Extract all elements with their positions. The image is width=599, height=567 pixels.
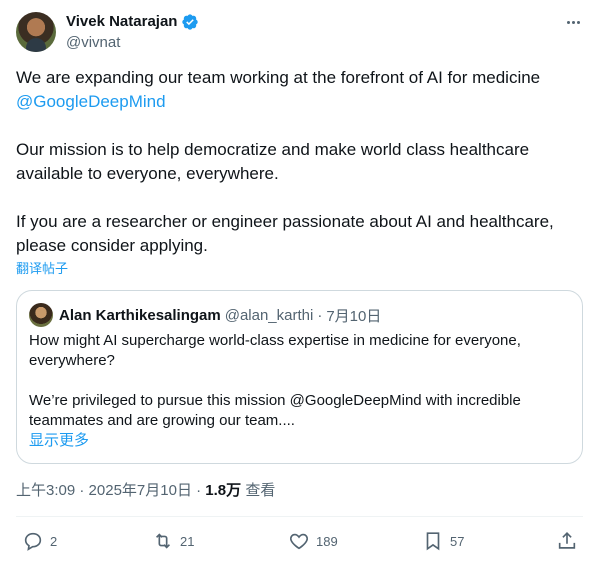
quoted-author-avatar — [29, 303, 53, 327]
reply-button[interactable]: 2 — [22, 530, 57, 552]
reply-icon — [24, 532, 42, 551]
separator-dot: · — [317, 306, 323, 324]
meta-separator: · — [191, 482, 206, 499]
like-button[interactable]: 189 — [288, 530, 338, 552]
action-bar: 2 21 189 57 — [16, 530, 583, 556]
tweet-meta: 上午3:09 · 2025年7月10日 · 1.8万 查看 — [16, 481, 275, 501]
reply-count: 2 — [50, 533, 58, 549]
tweet-time[interactable]: 上午3:09 — [16, 482, 75, 499]
author-name[interactable]: Vivek Natarajan — [66, 12, 177, 32]
quoted-author-name: Alan Karthikesalingam — [59, 306, 221, 324]
like-count: 189 — [316, 533, 338, 549]
quoted-tweet-date: 7月10日 — [326, 307, 382, 325]
meta-separator: · — [75, 482, 89, 499]
tweet-line1: We are expanding our team working at the… — [16, 68, 541, 87]
author-name-row: Vivek Natarajan — [66, 12, 199, 32]
views-label: 查看 — [241, 482, 276, 499]
quoted-tweet-header: Alan Karthikesalingam @alan_karthi · 7月1… — [29, 303, 381, 327]
tweet-paragraph-3: If you are a researcher or engineer pass… — [16, 212, 554, 255]
author-handle[interactable]: @vivnat — [66, 33, 120, 53]
share-button[interactable] — [556, 530, 578, 552]
like-icon — [290, 533, 308, 550]
tweet-date[interactable]: 2025年7月10日 — [89, 482, 192, 499]
share-icon — [558, 532, 576, 549]
more-icon[interactable] — [563, 12, 583, 32]
quoted-tweet[interactable]: Alan Karthikesalingam @alan_karthi · 7月1… — [16, 290, 583, 464]
view-count: 1.8万 — [205, 482, 242, 499]
translate-post-link[interactable]: 翻译帖子 — [16, 261, 68, 277]
tweet-paragraph-2: Our mission is to help democratize and m… — [16, 140, 530, 183]
tweet-body: We are expanding our team working at the… — [16, 66, 581, 258]
quoted-tweet-text: How might AI supercharge world-class exp… — [29, 331, 569, 431]
bookmark-icon — [426, 532, 440, 551]
quoted-paragraph-2: We’re privileged to pursue this mission … — [29, 392, 521, 429]
bookmark-button[interactable]: 57 — [422, 530, 464, 552]
bookmark-count: 57 — [450, 533, 465, 549]
retweet-icon — [155, 533, 171, 549]
mention-link[interactable]: @GoogleDeepMind — [16, 92, 166, 111]
quoted-paragraph-1: How might AI supercharge world-class exp… — [29, 332, 521, 369]
author-avatar[interactable] — [16, 12, 56, 52]
divider — [16, 516, 583, 517]
quoted-author-handle: @alan_karthi — [224, 306, 314, 324]
retweet-count: 21 — [180, 533, 195, 549]
tweet-header: Vivek Natarajan @vivnat — [16, 12, 583, 54]
verified-badge-icon — [182, 14, 199, 30]
retweet-button[interactable]: 21 — [152, 530, 194, 552]
show-more-link[interactable]: 显示更多 — [29, 431, 89, 451]
